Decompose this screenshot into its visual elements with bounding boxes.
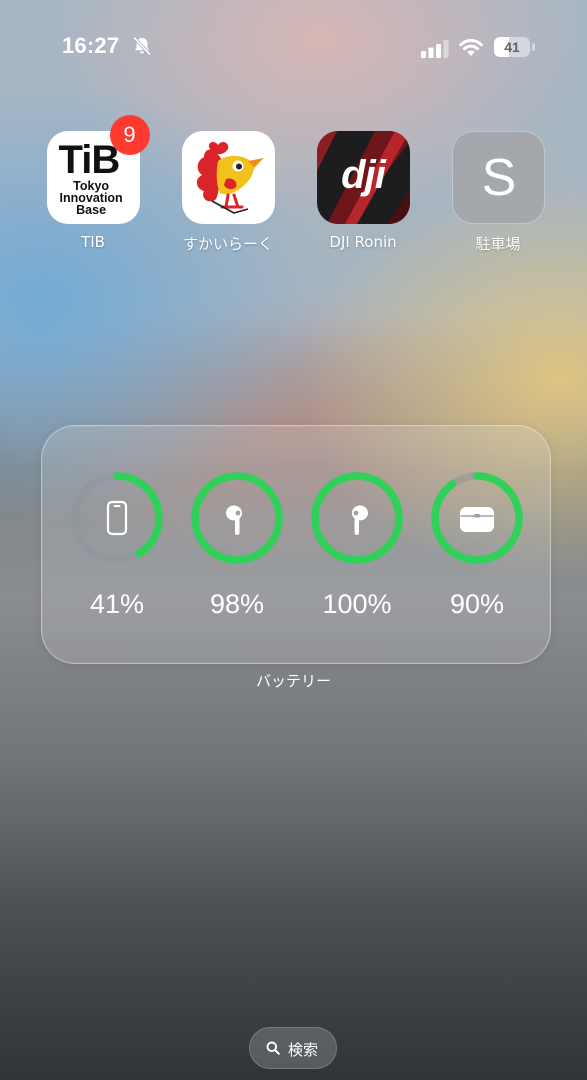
battery-icon: 41 — [494, 37, 536, 57]
app-dji-ronin[interactable]: dji DJI Ronin — [303, 131, 423, 251]
airpods-case-icon — [460, 507, 494, 532]
battery-percent-airpod-right: 100% — [322, 589, 392, 619]
app-skylark[interactable]: すかいらーく — [168, 131, 288, 254]
app-label-skylark: すかいらーく — [182, 235, 273, 253]
battery-widget[interactable]: 41% 98% 100% 90% — [41, 425, 551, 664]
app-label-dji-ronin: DJI Ronin — [329, 233, 397, 251]
widget-title: バッテリー — [255, 672, 331, 690]
app-label-parking: 駐車場 — [475, 235, 521, 253]
battery-ring-airpod-left — [191, 472, 283, 564]
battery-ring-iphone — [71, 472, 163, 564]
notification-badge: 9 — [109, 115, 150, 155]
battery-percent-iphone: 41% — [89, 589, 145, 619]
search-button[interactable]: 検索 — [249, 1027, 337, 1069]
tib-logo-subtitle: Tokyo Innovation Base — [59, 179, 123, 217]
app-parking[interactable]: S 駐車場 — [438, 131, 558, 254]
battery-ring-airpod-right — [311, 472, 403, 564]
battery-ring-airpods-case — [431, 472, 523, 564]
search-icon — [266, 1041, 280, 1055]
wifi-icon — [459, 38, 483, 56]
app-label-tib: TIB — [81, 233, 105, 251]
dji-ronin-app-icon[interactable]: dji — [316, 131, 410, 224]
airpod-right-icon — [352, 505, 368, 535]
tib-app-icon[interactable]: TiB Tokyo Innovation Base 9 — [46, 115, 150, 224]
cellular-signal-icon — [421, 40, 449, 58]
status-time: 16:27 — [62, 33, 120, 58]
tib-logo-text: TiB — [58, 138, 121, 182]
skylark-bird-logo — [196, 142, 264, 214]
status-bar: 16:27 41 — [0, 0, 587, 96]
search-label: 検索 — [288, 1041, 319, 1059]
skylark-app-icon[interactable] — [181, 131, 275, 224]
bell-slash-icon — [132, 36, 152, 56]
battery-percent-airpods-case: 90% — [449, 589, 505, 619]
battery-level-text: 41 — [504, 39, 520, 55]
airpod-left-icon — [226, 505, 242, 535]
iphone-icon — [106, 500, 128, 536]
battery-percent-airpod-left: 98% — [209, 589, 265, 619]
parking-app-letter: S — [481, 149, 517, 207]
parking-app-icon[interactable]: S — [451, 131, 545, 224]
app-tib[interactable]: TiB Tokyo Innovation Base 9 TIB — [33, 115, 153, 251]
dji-logo-text: dji — [341, 153, 386, 197]
